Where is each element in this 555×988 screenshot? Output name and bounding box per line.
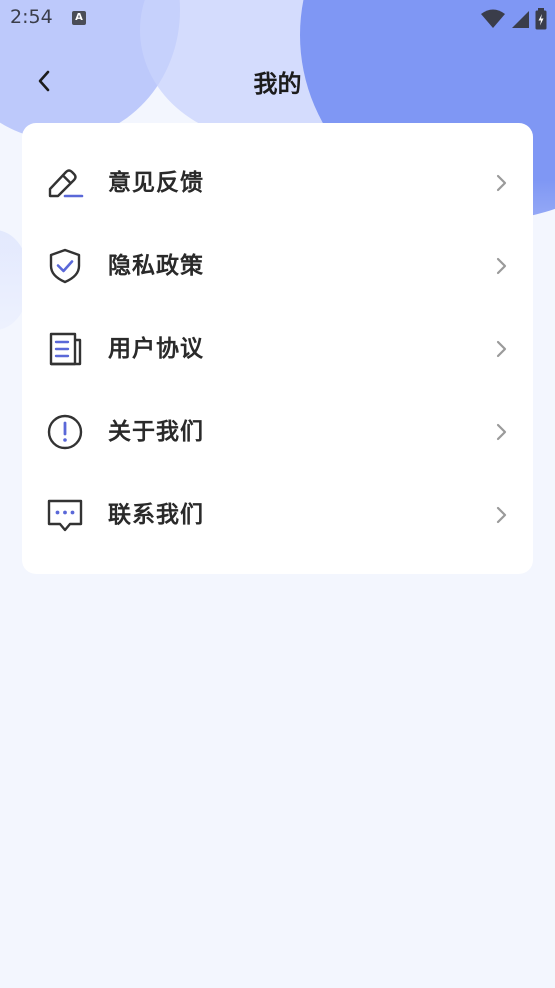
menu-item-privacy-policy[interactable]: 隐私政策 [22, 225, 533, 308]
feedback-pencil-icon [48, 169, 84, 198]
chevron-right-icon [496, 257, 507, 275]
page-title: 我的 [253, 70, 302, 98]
contact-chat-icon [47, 499, 83, 532]
header: 我的 [0, 50, 555, 112]
chevron-right-icon [496, 506, 507, 524]
menu-item-feedback[interactable]: 意见反馈 [22, 142, 533, 225]
about-exclamation-icon [47, 414, 83, 450]
battery-icon [535, 8, 547, 30]
menu-item-about-us[interactable]: 关于我们 [22, 391, 533, 474]
status-icons [481, 8, 547, 30]
menu-card: 意见反馈 隐私政策 用户协议 关于我们 联系我们 [22, 123, 533, 574]
agreement-document-icon [49, 332, 82, 366]
status-time: 2:54 [10, 6, 53, 28]
menu-item-user-agreement[interactable]: 用户协议 [22, 308, 533, 391]
menu-item-label: 联系我们 [108, 502, 204, 528]
notification-icon: A [72, 11, 86, 25]
signal-icon [512, 11, 529, 28]
menu-item-label: 关于我们 [108, 419, 204, 445]
menu-item-label: 用户协议 [108, 336, 204, 362]
chevron-right-icon [496, 174, 507, 192]
wifi-icon [481, 9, 505, 28]
menu-item-label: 意见反馈 [108, 170, 204, 196]
menu-item-label: 隐私政策 [108, 253, 204, 279]
chevron-right-icon [496, 423, 507, 441]
privacy-shield-icon [49, 248, 81, 284]
chevron-right-icon [496, 340, 507, 358]
menu-item-contact-us[interactable]: 联系我们 [22, 474, 533, 557]
status-bar: 2:54 A [0, 0, 555, 38]
